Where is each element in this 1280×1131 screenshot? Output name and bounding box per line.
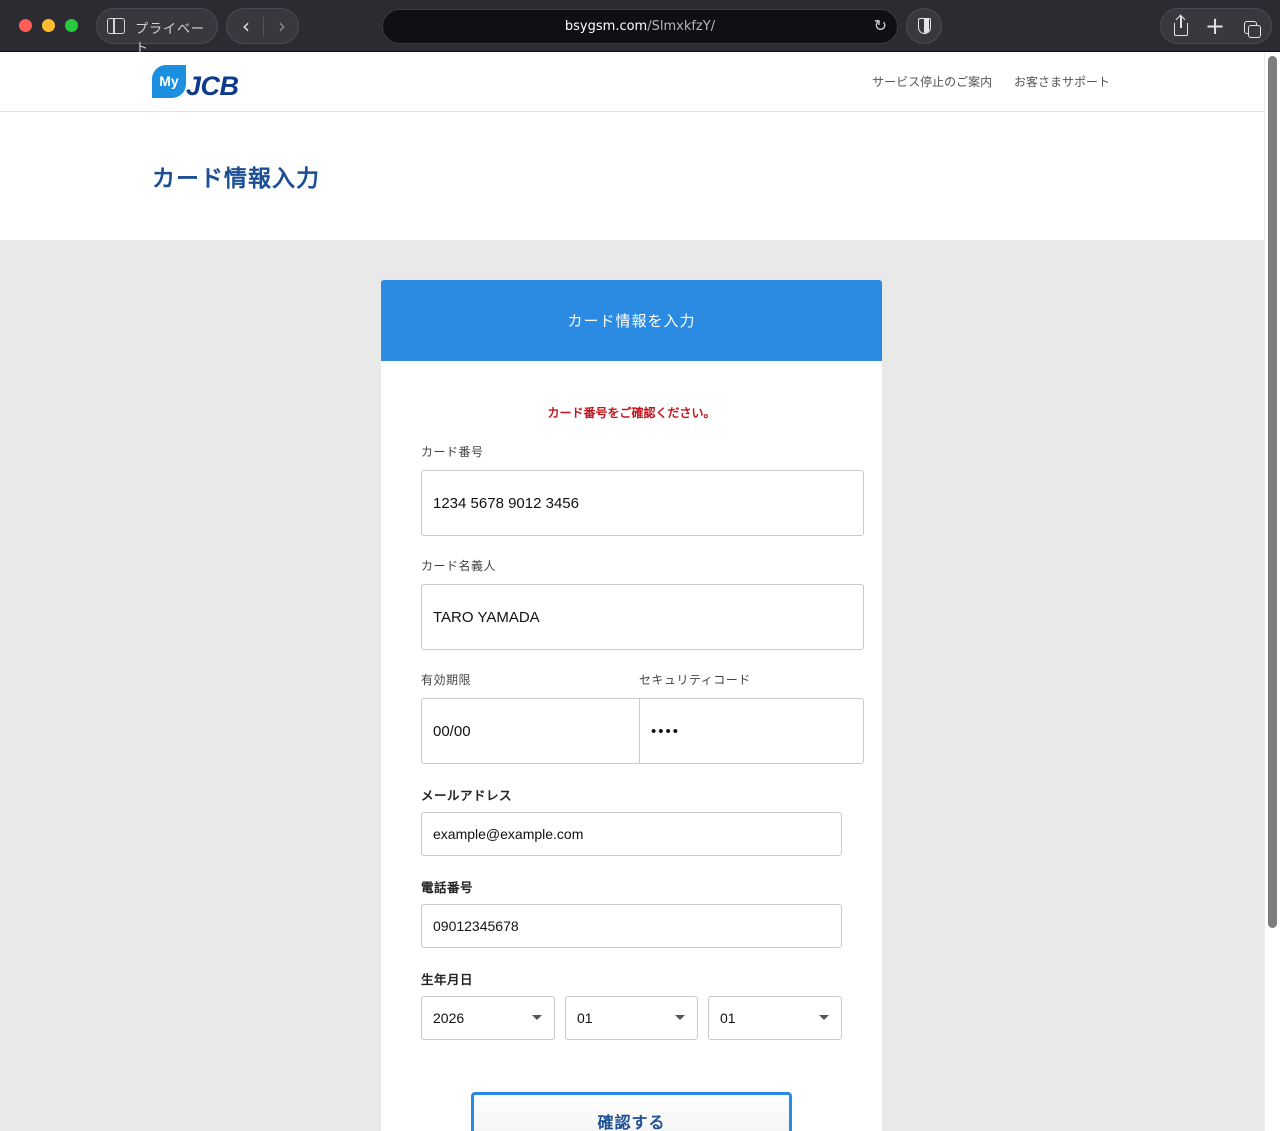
- chevron-down-icon: [819, 1015, 829, 1020]
- new-tab-icon[interactable]: +: [1199, 13, 1231, 41]
- privacy-report-button[interactable]: [906, 8, 942, 44]
- url-host: bsygsm.com: [564, 19, 648, 34]
- url-path: /SlmxkfzY/: [647, 19, 716, 34]
- email-label: メールアドレス: [421, 788, 513, 803]
- form-header: カード情報を入力: [381, 280, 882, 361]
- security-code-label: セキュリティコード: [639, 673, 751, 687]
- logo-my-badge: My: [152, 65, 186, 98]
- form-heading: カード情報を入力: [567, 312, 696, 330]
- birth-year-select[interactable]: 2026: [421, 996, 555, 1040]
- title-band: カード情報入力: [0, 113, 1264, 241]
- header-links: サービス停止のご案内 お客さまサポート: [854, 73, 1110, 90]
- confirm-button[interactable]: 確認する: [471, 1092, 792, 1131]
- security-code-input[interactable]: ••••: [639, 698, 864, 764]
- back-icon[interactable]: ‹: [231, 13, 261, 41]
- reload-icon[interactable]: ↻: [874, 16, 887, 35]
- phone-label: 電話番号: [421, 880, 474, 895]
- birth-day-select[interactable]: 01: [708, 996, 842, 1040]
- myjcb-logo[interactable]: My JCB: [152, 64, 262, 102]
- private-tab-group-button[interactable]: プライベート: [96, 8, 218, 56]
- card-holder-label: カード名義人: [421, 559, 497, 573]
- service-outage-link[interactable]: サービス停止のご案内: [872, 75, 992, 89]
- card-number-input[interactable]: 1234 5678 9012 3456: [421, 470, 864, 536]
- close-window-button[interactable]: [19, 19, 32, 32]
- expiry-label: 有効期限: [421, 673, 472, 687]
- phone-input[interactable]: 09012345678: [421, 904, 842, 948]
- shield-icon: [918, 18, 931, 34]
- page-viewport: My JCB サービス停止のご案内 お客さまサポート カード情報入力 カード情報…: [0, 52, 1280, 1131]
- birthdate-label: 生年月日: [421, 972, 474, 987]
- browser-toolbar: プライベート ‹ › bsygsm.com/SlmxkfzY/ ↻ +: [0, 0, 1280, 56]
- birth-day-value: 01: [720, 1010, 736, 1026]
- scrollbar-thumb[interactable]: [1268, 56, 1277, 928]
- nav-divider: [263, 17, 264, 37]
- expiry-input[interactable]: 00/00: [421, 698, 640, 764]
- minimize-window-button[interactable]: [42, 19, 55, 32]
- forward-icon[interactable]: ›: [267, 13, 297, 41]
- url-text: bsygsm.com/SlmxkfzY/: [383, 19, 897, 34]
- logo-jcb-text: JCB: [186, 71, 239, 101]
- chevron-down-icon: [675, 1015, 685, 1020]
- sidebar-icon: [107, 18, 125, 34]
- toolbar-actions: +: [1160, 8, 1272, 44]
- chevron-down-icon: [532, 1015, 542, 1020]
- card-info-form: カード情報を入力 カード番号をご確認ください。 カード番号 1234 5678 …: [381, 280, 882, 1131]
- zoom-window-button[interactable]: [65, 19, 78, 32]
- address-bar[interactable]: bsygsm.com/SlmxkfzY/ ↻: [382, 9, 898, 44]
- email-input[interactable]: example@example.com: [421, 812, 842, 856]
- private-label: プライベート: [135, 22, 206, 56]
- birth-month-select[interactable]: 01: [565, 996, 698, 1040]
- site-header: My JCB サービス停止のご案内 お客さまサポート: [0, 52, 1264, 112]
- birth-year-value: 2026: [433, 1010, 465, 1026]
- tabs-overview-icon[interactable]: [1235, 13, 1267, 41]
- birth-month-value: 01: [577, 1010, 593, 1026]
- page-scrollbar[interactable]: [1264, 52, 1280, 1131]
- customer-support-link[interactable]: お客さまサポート: [1014, 75, 1110, 89]
- share-icon[interactable]: [1165, 13, 1197, 41]
- error-message: カード番号をご確認ください。: [547, 406, 716, 420]
- card-holder-input[interactable]: TARO YAMADA: [421, 584, 864, 650]
- confirm-button-label: 確認する: [597, 1113, 666, 1131]
- card-number-label: カード番号: [421, 445, 484, 459]
- history-navigation: ‹ ›: [226, 8, 299, 44]
- page-title: カード情報入力: [152, 166, 320, 192]
